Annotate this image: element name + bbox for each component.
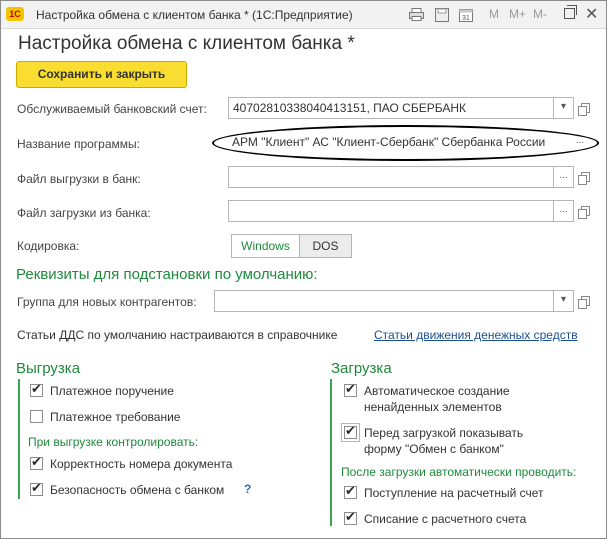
auto-create-label-line1: Автоматическое создание [364, 384, 510, 398]
export-file-browse-button[interactable]: ... [554, 166, 574, 188]
exchange-security-label: Безопасность обмена с банком [50, 483, 225, 497]
dds-hint-text: Статьи ДДС по умолчанию настраиваются в … [17, 328, 338, 342]
show-exchange-form-label-line1: Перед загрузкой показывать [364, 426, 524, 440]
close-icon[interactable]: ✕ [585, 4, 598, 24]
encoding-label: Кодировка: [17, 239, 80, 253]
open-icon[interactable] [577, 200, 593, 222]
post-receipt-label: Поступление на расчетный счет [364, 486, 544, 500]
memory-m-button[interactable]: M [489, 7, 499, 21]
doc-number-check-checkbox[interactable] [30, 454, 43, 470]
post-receipt-checkbox[interactable] [344, 483, 357, 499]
import-file-browse-button[interactable]: ... [554, 200, 574, 222]
calendar-icon[interactable]: 31 [458, 7, 474, 22]
import-section-title: Загрузка [331, 360, 392, 377]
app-logo-icon: 1С [6, 7, 24, 21]
print-icon[interactable] [408, 7, 424, 22]
highlight-ellipse [212, 125, 599, 161]
show-exchange-form-checkbox[interactable] [341, 423, 360, 442]
open-icon[interactable] [577, 97, 593, 119]
title-bar: 1С Настройка обмена с клиентом банка * (… [1, 1, 606, 29]
exchange-security-checkbox[interactable] [30, 480, 43, 496]
post-writeoff-checkbox[interactable] [344, 509, 357, 525]
post-writeoff-label: Списание с расчетного счета [364, 512, 527, 526]
svg-text:31: 31 [462, 15, 470, 22]
export-file-label: Файл выгрузки в банк: [17, 172, 141, 186]
export-file-field[interactable] [228, 166, 554, 188]
doc-number-check-label: Корректность номера документа [50, 457, 233, 471]
encoding-windows-option[interactable]: Windows [231, 234, 300, 258]
encoding-dos-option[interactable]: DOS [299, 234, 352, 258]
open-icon[interactable] [577, 290, 593, 312]
restore-icon[interactable] [564, 5, 577, 19]
bank-account-field[interactable]: 40702810338040413151, ПАО СБЕРБАНК [228, 97, 554, 119]
payment-request-label: Платежное требование [50, 410, 181, 424]
post-after-import-title: После загрузки автоматически проводить: [341, 465, 577, 479]
defaults-section-title: Реквизиты для подстановки по умолчанию: [16, 266, 318, 283]
payment-request-checkbox[interactable] [30, 410, 43, 423]
bank-account-label: Обслуживаемый банковский счет: [17, 102, 207, 116]
import-file-label: Файл загрузки из банка: [17, 206, 151, 220]
save-and-close-button[interactable]: Сохранить и закрыть [16, 61, 187, 88]
group-field[interactable] [214, 290, 554, 312]
save-disk-icon[interactable] [434, 7, 450, 22]
export-section-title: Выгрузка [16, 360, 81, 377]
import-section-bar [330, 379, 332, 526]
program-label: Название программы: [17, 137, 140, 151]
page-title: Настройка обмена с клиентом банка * [18, 33, 355, 54]
main-window: 1С Настройка обмена с клиентом банка * (… [0, 0, 607, 539]
group-label: Группа для новых контрагентов: [17, 295, 197, 309]
export-section-bar [18, 379, 20, 499]
payment-order-label: Платежное поручение [50, 384, 174, 398]
auto-create-checkbox[interactable] [344, 381, 357, 397]
bank-account-dropdown-button[interactable]: ▾ [554, 97, 574, 119]
show-exchange-form-label-line2: форму "Обмен с банком" [364, 442, 504, 456]
import-file-field[interactable] [228, 200, 554, 222]
auto-create-label-line2: ненайденных элементов [364, 400, 502, 414]
group-dropdown-button[interactable]: ▾ [554, 290, 574, 312]
memory-minus-button[interactable]: M- [533, 7, 547, 21]
memory-plus-button[interactable]: M+ [509, 7, 526, 21]
payment-order-checkbox[interactable] [30, 381, 43, 397]
dds-link[interactable]: Статьи движения денежных средств [374, 328, 578, 342]
window-title: Настройка обмена с клиентом банка * (1С:… [36, 8, 353, 22]
open-icon[interactable] [577, 166, 593, 188]
help-icon[interactable]: ? [244, 482, 251, 496]
export-control-title: При выгрузке контролировать: [28, 435, 199, 449]
